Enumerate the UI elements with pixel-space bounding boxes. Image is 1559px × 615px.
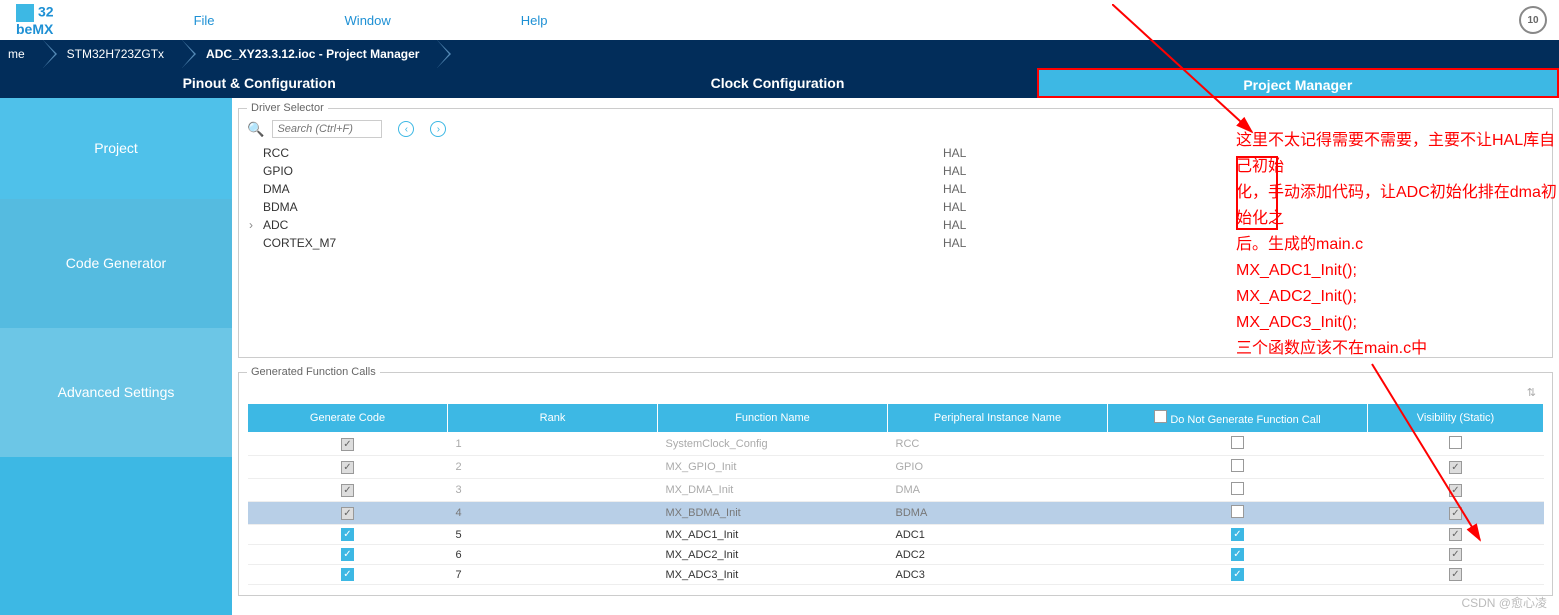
checkbox-disabled: ✓ <box>1449 484 1462 497</box>
th-function[interactable]: Function Name <box>658 404 888 433</box>
menu-file[interactable]: File <box>194 13 215 28</box>
chevron-right-icon[interactable]: › <box>249 216 253 234</box>
menu-window[interactable]: Window <box>345 13 391 28</box>
cube-icon <box>16 4 34 22</box>
checkbox-off[interactable] <box>1231 436 1244 449</box>
header-checkbox[interactable] <box>1154 410 1167 423</box>
main-tabs: Pinout & Configuration Clock Configurati… <box>0 68 1559 98</box>
sidebar-item-advanced-settings[interactable]: Advanced Settings <box>0 328 232 457</box>
checkbox-disabled: ✓ <box>1449 568 1462 581</box>
driver-selector-legend: Driver Selector <box>247 102 328 114</box>
table-row[interactable]: ✓4MX_BDMA_InitBDMA✓ <box>248 502 1544 525</box>
th-generate[interactable]: Generate Code <box>248 404 448 433</box>
search-icon[interactable]: 🔍 <box>247 121 264 138</box>
anniversary-badge-icon: 10 <box>1519 6 1547 34</box>
sidebar-item-code-generator[interactable]: Code Generator <box>0 199 232 328</box>
th-rank[interactable]: Rank <box>448 404 658 433</box>
logo: 32beMX <box>16 4 54 36</box>
table-row[interactable]: ✓1SystemClock_ConfigRCC <box>248 433 1544 456</box>
checkbox-off[interactable] <box>1231 505 1244 518</box>
table-row[interactable]: ✓3MX_DMA_InitDMA✓ <box>248 479 1544 502</box>
checkbox-on[interactable]: ✓ <box>1231 548 1244 561</box>
th-do-not-generate[interactable]: Do Not Generate Function Call <box>1108 404 1368 433</box>
next-match-icon[interactable]: › <box>430 121 446 137</box>
checkbox-disabled: ✓ <box>341 507 354 520</box>
th-visibility[interactable]: Visibility (Static) <box>1368 404 1544 433</box>
menu-help[interactable]: Help <box>521 13 548 28</box>
content-area: Driver Selector 🔍 ‹ › RCCHALGPIOHALDMAHA… <box>232 98 1559 615</box>
crumb-home[interactable]: me <box>0 40 43 68</box>
checkbox-on[interactable]: ✓ <box>1231 528 1244 541</box>
table-row[interactable]: ✓2MX_GPIO_InitGPIO✓ <box>248 456 1544 479</box>
tab-project-manager[interactable]: Project Manager <box>1037 68 1559 98</box>
watermark: CSDN @愈心凌 <box>1461 594 1547 611</box>
tab-pinout[interactable]: Pinout & Configuration <box>0 68 518 98</box>
table-toolbar[interactable]: ⇅ <box>247 382 1544 403</box>
sidebar-item-project[interactable]: Project <box>0 98 232 199</box>
breadcrumb: me STM32H723ZGTx ADC_XY23.3.12.ioc - Pro… <box>0 40 1559 68</box>
table-row[interactable]: ✓7MX_ADC3_InitADC3✓✓ <box>248 565 1544 585</box>
th-peripheral[interactable]: Peripheral Instance Name <box>888 404 1108 433</box>
checkbox-disabled: ✓ <box>1449 461 1462 474</box>
tab-clock[interactable]: Clock Configuration <box>518 68 1036 98</box>
prev-match-icon[interactable]: ‹ <box>398 121 414 137</box>
search-input[interactable] <box>272 120 382 138</box>
checkbox-disabled: ✓ <box>1449 528 1462 541</box>
checkbox-off[interactable] <box>1449 436 1462 449</box>
table-row[interactable]: ✓5MX_ADC1_InitADC1✓✓ <box>248 525 1544 545</box>
annotation-text: 这里不太记得需要不需要，主要不让HAL库自己初始 化，手动添加代码，让ADC初始… <box>1236 128 1559 362</box>
sidebar: Project Code Generator Advanced Settings <box>0 98 232 615</box>
crumb-project[interactable]: ADC_XY23.3.12.ioc - Project Manager <box>182 40 437 68</box>
menu-bar: 32beMX File Window Help 10 <box>0 0 1559 40</box>
checkbox-off[interactable] <box>1231 459 1244 472</box>
table-row[interactable]: ✓6MX_ADC2_InitADC2✓✓ <box>248 545 1544 565</box>
checkbox-on[interactable]: ✓ <box>341 528 354 541</box>
checkbox-disabled: ✓ <box>341 484 354 497</box>
generated-calls-group: Generated Function Calls ⇅ Generate Code… <box>238 366 1553 596</box>
checkbox-disabled: ✓ <box>1449 548 1462 561</box>
checkbox-disabled: ✓ <box>341 438 354 451</box>
checkbox-on[interactable]: ✓ <box>341 568 354 581</box>
crumb-chip[interactable]: STM32H723ZGTx <box>43 40 182 68</box>
checkbox-on[interactable]: ✓ <box>1231 568 1244 581</box>
checkbox-disabled: ✓ <box>341 461 354 474</box>
checkbox-on[interactable]: ✓ <box>341 548 354 561</box>
generated-calls-table: Generate Code Rank Function Name Periphe… <box>247 403 1544 585</box>
checkbox-off[interactable] <box>1231 482 1244 495</box>
generated-calls-legend: Generated Function Calls <box>247 366 380 378</box>
checkbox-disabled: ✓ <box>1449 507 1462 520</box>
